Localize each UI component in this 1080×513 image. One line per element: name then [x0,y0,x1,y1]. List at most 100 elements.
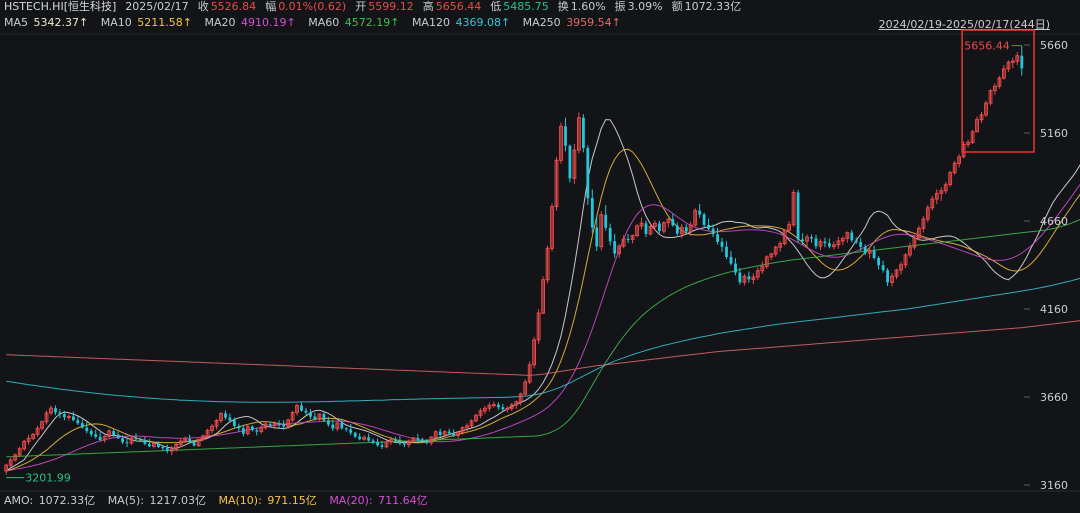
candle-body [367,437,370,441]
candle-body [233,420,236,426]
y-tick-label: 4660 [1040,215,1068,228]
candle-body [224,413,227,418]
amo-value: 1072.33亿 [38,494,96,507]
candle-body [814,238,818,247]
candle-body [586,148,590,199]
candle-body [613,241,617,254]
candle-body [358,436,362,440]
candle-body [590,198,594,228]
ma20-vol-value: 711.64亿 [378,494,428,507]
candle-body [595,227,599,247]
candle-body [268,424,272,426]
candle-body [134,438,138,440]
candle-body [810,237,813,239]
candle-body [644,223,648,234]
candle-body [380,445,384,447]
candle-body [67,416,71,418]
ma-line-ma10 [6,148,1080,472]
candle-body [80,423,84,428]
candle-body [250,426,254,431]
kline-chart[interactable]: 3201.99 5656.44 5660 5160 4660 4160 3660 3160 [0,0,1080,513]
candle-body [711,228,715,235]
candle-body [72,416,75,421]
candle-body [447,431,451,434]
candle-body [309,412,312,417]
candle-body [322,414,326,421]
annotations: 3201.99 5656.44 [6,29,1035,485]
candle-body [505,407,510,410]
y-tick-label: 3160 [1040,479,1068,492]
y-axis: 5660 5160 4660 4160 3660 3160 [1024,39,1068,492]
candle-body [564,126,567,146]
candle-body [501,407,505,410]
candle-body [94,434,98,437]
candle-body [58,412,62,415]
candle-body [304,410,308,413]
candle-body [747,276,751,280]
candle-body [796,192,800,240]
candle-body [850,232,854,241]
candle-body [331,424,335,429]
candle-body [327,420,330,425]
candle-body [684,227,688,232]
candle-body [738,272,742,283]
candle-body [675,225,679,234]
candle-body [277,423,281,425]
candle-body [89,431,93,435]
candle-body [604,214,608,228]
candle-body [582,117,585,148]
candle-body [344,428,348,430]
candle-body [497,404,500,408]
candle-body [854,240,858,243]
candle-body [823,241,827,244]
candle-body [161,447,165,449]
candle-body [376,442,379,446]
candle-body [192,442,196,446]
candle-body [872,250,876,258]
candle-body [139,439,142,441]
candle-body [881,265,885,271]
candle-body [228,417,232,421]
candle-body [729,256,733,264]
candle-body [608,227,612,242]
candle-body [702,214,706,225]
candle-body [568,145,572,179]
candle-body [121,438,124,443]
candle-body [300,405,303,411]
candle-body [877,258,880,266]
y-tick-label: 3660 [1040,391,1068,404]
volume-legend: AMO: 1072.33亿 MA(5): 1217.03亿 MA(10): 97… [4,494,430,508]
candle-body [1020,55,1024,69]
candle-body [438,431,442,435]
ma10-vol-label: MA(10): [218,494,262,507]
candle-body [720,241,724,247]
candle-body [125,442,129,444]
candle-body [98,436,102,440]
y-tick-label: 4160 [1040,303,1068,316]
candle-body [492,404,496,407]
candle-body [54,408,57,413]
candle-body [420,439,424,441]
candle-body [313,416,317,420]
candle-body [188,438,192,443]
candle-body [353,432,357,437]
candle-body [707,224,710,229]
candle-body [340,423,344,429]
ma5-vol-label: MA(5): [107,494,144,507]
candle-body [349,429,353,433]
candle-body [801,239,804,242]
candle-body [85,427,89,432]
candle-body [237,425,241,429]
candle-body [116,434,120,439]
candle-body [859,242,863,247]
candle-body [282,424,285,427]
candle-body [255,430,259,432]
candle-body [165,448,169,451]
candle-body [863,246,867,254]
y-tick-label: 5160 [1040,127,1068,140]
candle-body [143,439,147,444]
candle-body [398,441,402,444]
ma-line-ma60 [6,219,1080,458]
candle-body [452,433,455,436]
candle-body [626,239,630,240]
